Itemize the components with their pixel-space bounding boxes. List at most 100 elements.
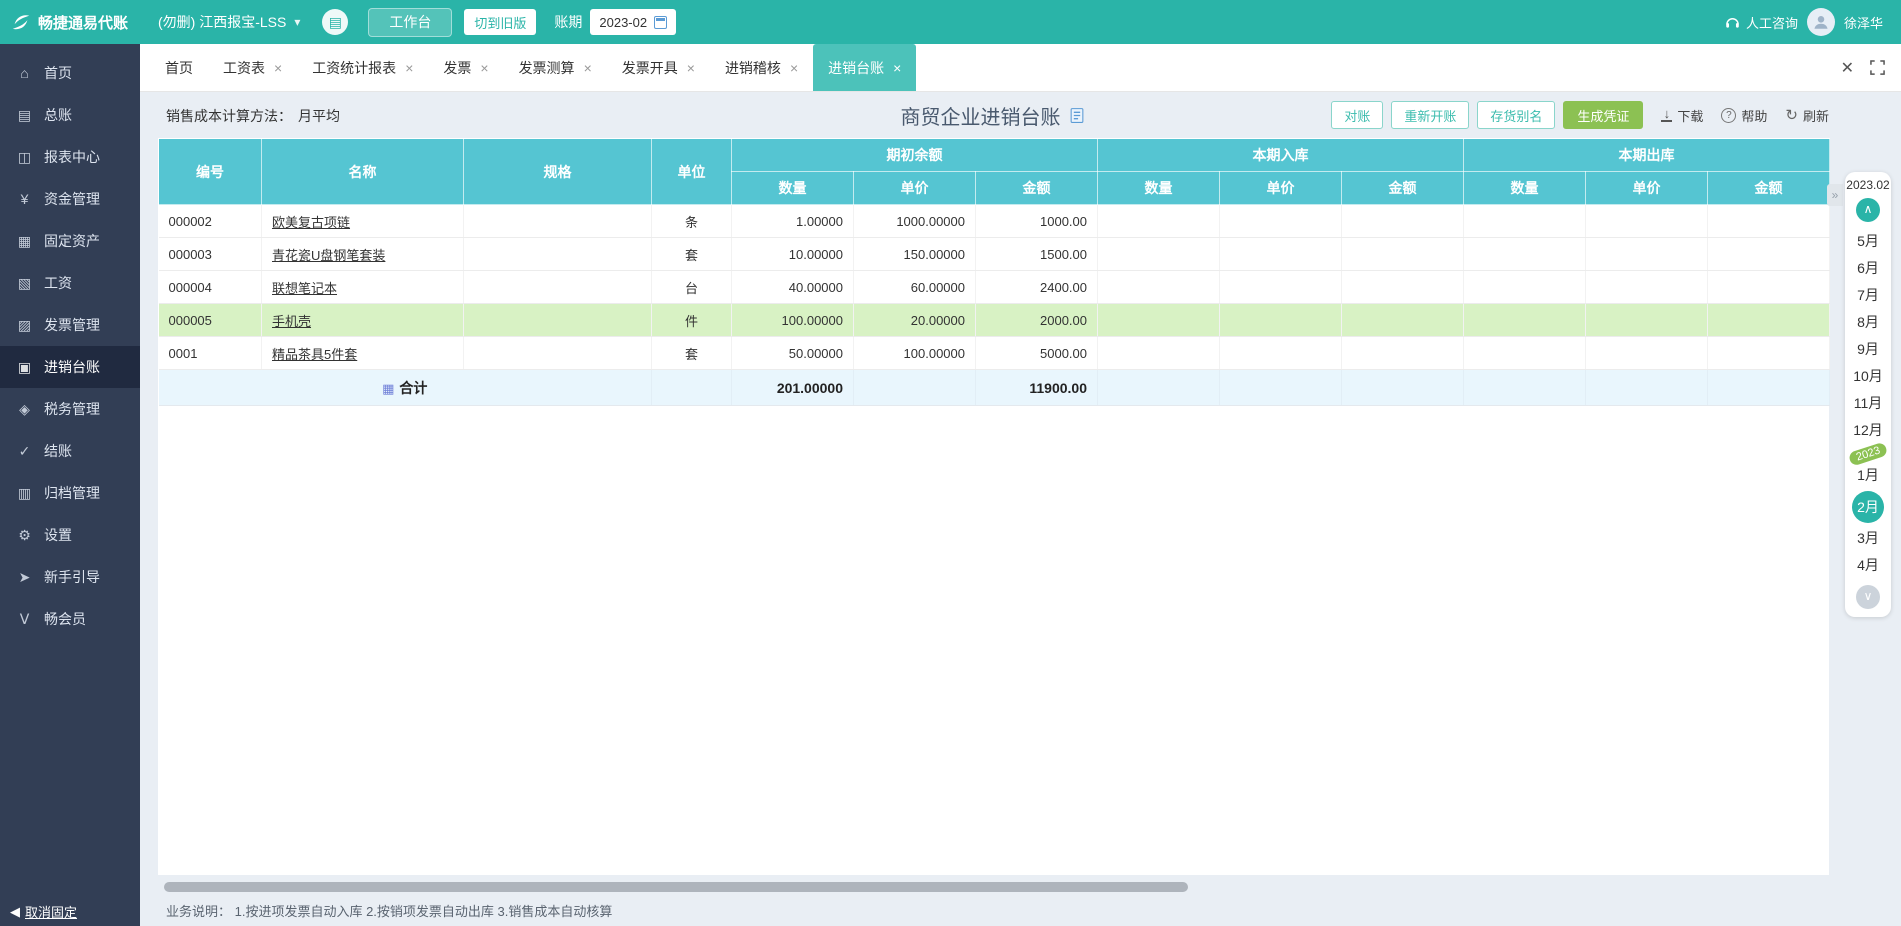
month-item[interactable]: 7月	[1845, 282, 1891, 309]
item-name-link[interactable]: 青花瓷U盘钢笔套装	[272, 248, 385, 263]
month-item[interactable]: 8月	[1845, 309, 1891, 336]
switch-old-version-button[interactable]: 切到旧版	[464, 9, 537, 35]
cell-begin-amount: 2000.00	[975, 303, 1098, 337]
sidebar-item-funds[interactable]: ¥ 资金管理	[0, 178, 140, 220]
user-name[interactable]: 徐泽华	[1844, 13, 1883, 32]
avatar[interactable]	[1806, 8, 1835, 36]
sidebar-item-home[interactable]: ⌂ 首页	[0, 52, 140, 94]
sidebar-item-general-ledger[interactable]: ▤ 总账	[0, 94, 140, 136]
workbench-button[interactable]: 工作台	[368, 7, 453, 37]
tab-payroll-report[interactable]: 工资统计报表 ×	[297, 44, 428, 91]
download-button[interactable]: ↓ 下载	[1661, 106, 1704, 125]
sidebar-item-guide[interactable]: ➤ 新手引导	[0, 556, 140, 598]
tab-close-icon[interactable]: ×	[893, 60, 901, 76]
item-name-link[interactable]: 精品茶具5件套	[272, 347, 357, 362]
empty-cell	[1097, 303, 1220, 337]
tab-close-icon[interactable]: ×	[405, 60, 413, 76]
total-label: 合计	[399, 379, 428, 396]
table-row[interactable]: 000004 联想笔记本 台 40.00000 60.00000 2400.00	[158, 270, 1830, 304]
cell-begin-amount: 1500.00	[975, 237, 1098, 271]
tab-payroll-sheet[interactable]: 工资表 ×	[208, 44, 297, 91]
ledger-icon: ▤	[17, 106, 32, 123]
sidebar-item-archive[interactable]: ▥ 归档管理	[0, 472, 140, 514]
sub-header-amount: 金额	[1707, 171, 1830, 205]
empty-cell	[1585, 303, 1708, 337]
month-item[interactable]: 9月	[1845, 336, 1891, 363]
sub-header-qty: 数量	[1097, 171, 1220, 205]
table-row[interactable]: 000002 欧美复古项链 条 1.00000 1000.00000 1000.…	[158, 204, 1830, 238]
month-item[interactable]: 5月	[1845, 228, 1891, 255]
help-icon: ?	[1721, 107, 1737, 123]
sidebar-item-fixed-assets[interactable]: ▦ 固定资产	[0, 220, 140, 262]
sidebar-item-membership[interactable]: Ⅴ 畅会员	[0, 598, 140, 640]
tab-inventory-ledger[interactable]: 进销台账 ×	[813, 44, 917, 91]
reopen-account-button[interactable]: 重新开账	[1391, 101, 1470, 129]
empty-cell	[1463, 369, 1586, 406]
table-row[interactable]: 000003 青花瓷U盘钢笔套装 套 10.00000 150.00000 15…	[158, 237, 1830, 271]
empty-cell	[1341, 336, 1464, 370]
period-picker[interactable]: 2023-02	[590, 9, 677, 35]
document-icon[interactable]	[1069, 107, 1086, 124]
tab-invoice[interactable]: 发票 ×	[428, 44, 503, 91]
fullscreen-icon[interactable]	[1870, 60, 1885, 75]
tab-inout-audit[interactable]: 进销稽核 ×	[710, 44, 813, 91]
collapse-period-panel-icon[interactable]: »	[1827, 184, 1843, 206]
tabbar-tools: ✕	[1841, 58, 1901, 78]
sidebar-item-tax[interactable]: ◈ 税务管理	[0, 388, 140, 430]
memo-icon[interactable]: ▤	[322, 9, 349, 35]
tab-close-icon[interactable]: ×	[687, 60, 695, 76]
tab-invoice-calc[interactable]: 发票测算 ×	[504, 44, 607, 91]
tab-close-icon[interactable]: ×	[480, 60, 488, 76]
company-selector[interactable]: (勿删) 江西报宝-LSS ▾	[158, 12, 300, 32]
sidebar-item-closing[interactable]: ✓ 结账	[0, 430, 140, 472]
unpin-sidebar-button[interactable]: ◀ 取消固定	[10, 902, 77, 921]
tab-invoice-issue[interactable]: 发票开具 ×	[607, 44, 710, 91]
reconcile-button[interactable]: 对账	[1331, 101, 1384, 129]
month-item[interactable]: 12月	[1845, 417, 1891, 444]
item-name-link[interactable]: 手机壳	[272, 314, 311, 329]
month-item[interactable]: 1月	[1845, 462, 1891, 489]
help-button[interactable]: ? 帮助	[1721, 106, 1767, 125]
tab-close-icon[interactable]: ×	[790, 60, 798, 76]
page-title: 商贸企业进销台账	[901, 101, 1086, 130]
table-row[interactable]: 0001 精品茶具5件套 套 50.00000 100.00000 5000.0…	[158, 336, 1830, 370]
month-item[interactable]: 10月	[1845, 363, 1891, 390]
inventory-alias-button[interactable]: 存货别名	[1477, 101, 1556, 129]
support-button[interactable]: 人工咨询	[1725, 13, 1798, 32]
group-header-beginning: 期初余额	[731, 138, 1098, 172]
report-icon: ◫	[17, 148, 32, 165]
tab-home[interactable]: 首页	[150, 44, 208, 91]
cell-begin-qty: 40.00000	[731, 270, 854, 304]
month-item[interactable]: 6月	[1845, 255, 1891, 282]
cell-code: 000005	[158, 303, 262, 337]
item-name-link[interactable]: 欧美复古项链	[272, 215, 350, 230]
period-panel: 2023.02 ∧ 5月 6月 7月 8月 9月 10月 11月 12月 202…	[1845, 172, 1891, 617]
sidebar-item-invoice[interactable]: ▨ 发票管理	[0, 304, 140, 346]
month-item[interactable]: 3月	[1845, 525, 1891, 552]
empty-cell	[1341, 270, 1464, 304]
sub-header-price: 单价	[1585, 171, 1708, 205]
tab-close-icon[interactable]: ×	[584, 60, 592, 76]
total-begin-amount: 11900.00	[975, 369, 1098, 406]
app-logo: 畅捷通易代账	[0, 11, 140, 33]
month-item[interactable]: 11月	[1845, 390, 1891, 417]
table-row-highlighted[interactable]: 000005 手机壳 件 100.00000 20.00000 2000.00	[158, 303, 1830, 337]
empty-cell	[651, 369, 732, 406]
scroll-down-icon[interactable]: ∨	[1856, 585, 1880, 609]
month-item[interactable]: 4月	[1845, 552, 1891, 579]
horizontal-scrollbar-thumb[interactable]	[164, 882, 1188, 892]
close-all-icon[interactable]: ✕	[1841, 58, 1854, 78]
tab-close-icon[interactable]: ×	[274, 60, 282, 76]
sum-icon: ▦	[382, 380, 395, 396]
refresh-button[interactable]: ↻ 刷新	[1785, 106, 1829, 125]
scroll-up-icon[interactable]: ∧	[1856, 198, 1880, 222]
cell-spec	[463, 204, 652, 238]
sidebar-item-report-center[interactable]: ◫ 报表中心	[0, 136, 140, 178]
sidebar-item-inventory-ledger[interactable]: ▣ 进销台账	[0, 346, 140, 388]
sidebar-item-settings[interactable]: ⚙ 设置	[0, 514, 140, 556]
month-item-active[interactable]: 2月	[1852, 491, 1884, 523]
item-name-link[interactable]: 联想笔记本	[272, 281, 337, 296]
headset-icon	[1726, 17, 1739, 28]
generate-voucher-button[interactable]: 生成凭证	[1563, 101, 1644, 129]
sidebar-item-payroll[interactable]: ▧ 工资	[0, 262, 140, 304]
